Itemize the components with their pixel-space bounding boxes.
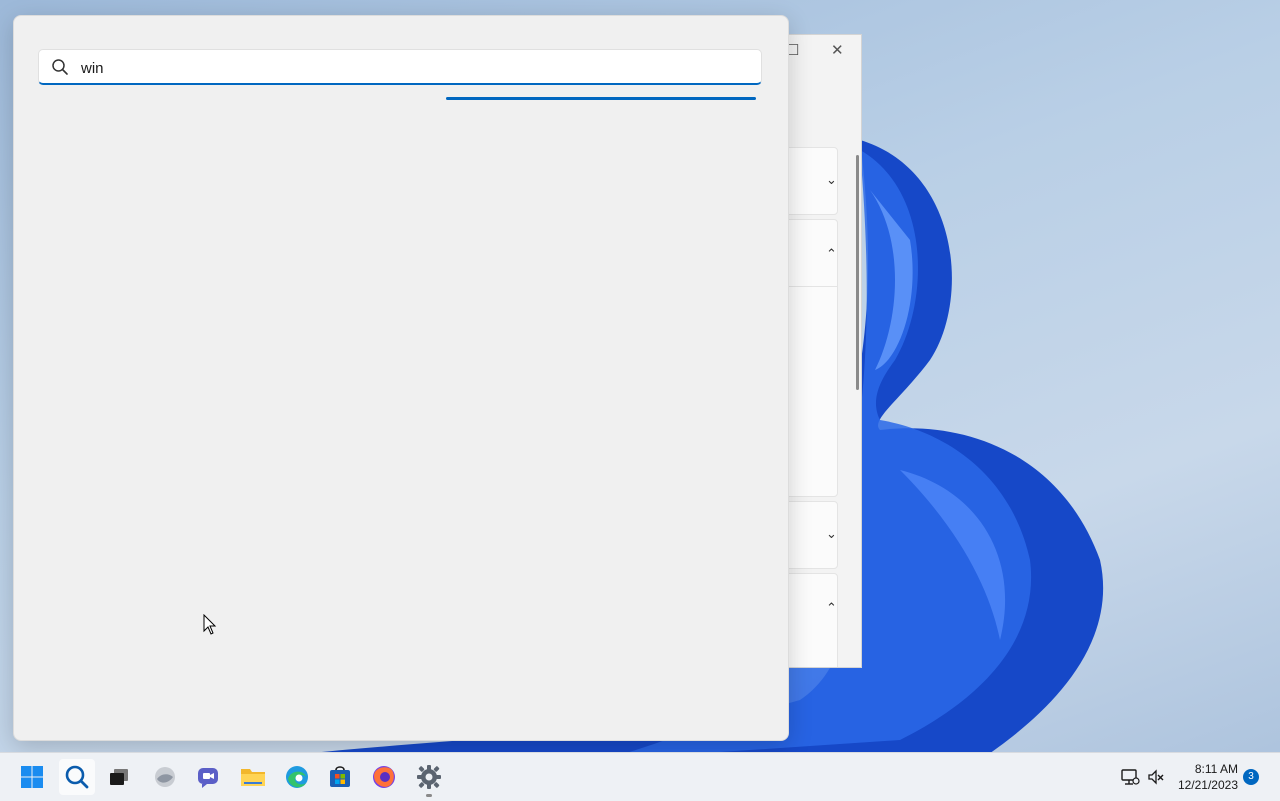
- task-view-button[interactable]: [101, 759, 137, 795]
- teams-chat-icon: [198, 768, 218, 788]
- firefox-button[interactable]: [366, 759, 402, 795]
- search-icon: [65, 765, 89, 789]
- teams-chat-button[interactable]: [190, 759, 226, 795]
- volume-muted-icon[interactable]: [1146, 767, 1166, 787]
- start-button[interactable]: [14, 759, 50, 795]
- mouse-pointer-icon: [203, 614, 217, 635]
- taskbar: 8:11 AM 12/21/2023 3: [0, 752, 1280, 801]
- store-icon: [330, 766, 350, 787]
- settings-card-expanded[interactable]: ⌃: [777, 219, 838, 497]
- chevron-down-icon: ⌄: [826, 526, 837, 541]
- running-indicator: [426, 794, 432, 797]
- search-flyout: [13, 15, 789, 741]
- clock-date: 12/21/2023: [1177, 778, 1238, 792]
- clock-time: 8:11 AM: [1194, 762, 1238, 776]
- close-icon[interactable]: ✕: [831, 41, 844, 59]
- edge-icon: [286, 766, 308, 788]
- search-icon: [52, 59, 68, 75]
- task-view-icon: [110, 769, 128, 785]
- search-taskbar-button[interactable]: [59, 759, 95, 795]
- search-input[interactable]: [79, 56, 743, 80]
- scrollbar-thumb[interactable]: [856, 155, 859, 390]
- chevron-up-icon: ⌃: [826, 600, 837, 615]
- divider: [782, 286, 837, 287]
- settings-card[interactable]: ⌄: [781, 147, 838, 215]
- chevron-down-icon: ⌄: [826, 172, 837, 187]
- widgets-button[interactable]: [147, 759, 183, 795]
- network-icon[interactable]: [1120, 767, 1140, 787]
- edge-button[interactable]: [279, 759, 315, 795]
- firefox-icon: [373, 766, 395, 788]
- notification-badge[interactable]: 3: [1243, 769, 1259, 785]
- chevron-up-icon: ⌃: [826, 246, 837, 261]
- settings-card-expanded[interactable]: ⌃: [781, 573, 838, 667]
- windows-logo-icon: [21, 766, 43, 788]
- file-explorer-button[interactable]: [235, 759, 271, 795]
- folder-icon: [241, 769, 265, 786]
- search-box[interactable]: [38, 49, 762, 85]
- search-progress-bar: [446, 97, 756, 100]
- settings-card[interactable]: ⌄: [781, 501, 838, 569]
- clock[interactable]: 8:11 AM 12/21/2023: [1172, 761, 1238, 793]
- gear-icon: [417, 765, 441, 789]
- store-button[interactable]: [322, 759, 358, 795]
- widgets-icon: [155, 767, 175, 787]
- settings-button[interactable]: [411, 759, 447, 797]
